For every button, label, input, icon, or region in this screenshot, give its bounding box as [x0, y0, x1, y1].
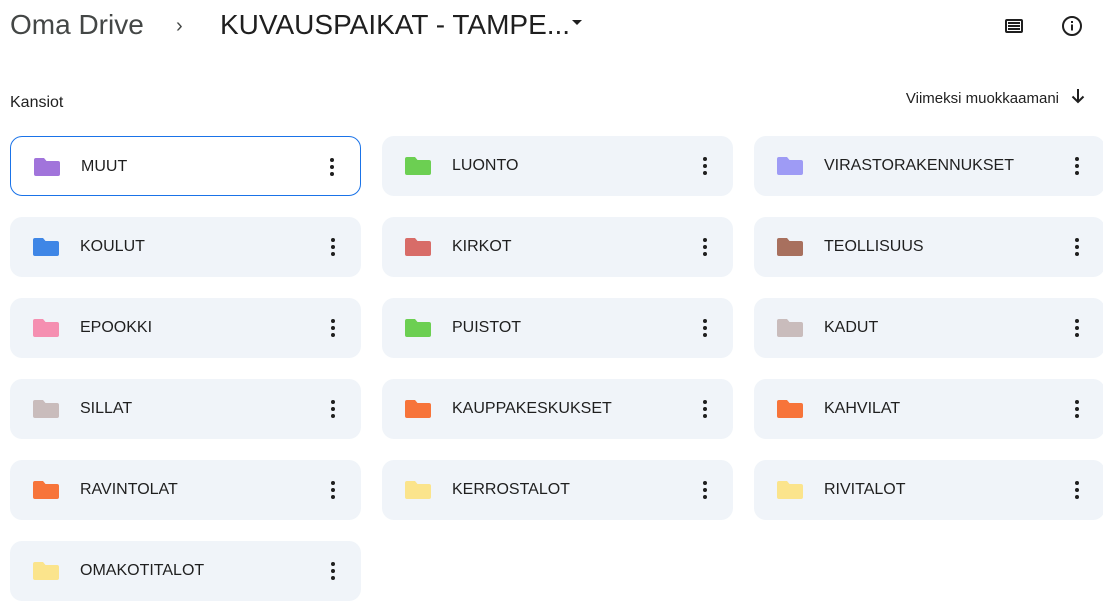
section-title: Kansiot: [10, 94, 64, 111]
breadcrumb-current-folder[interactable]: KUVAUSPAIKAT - TAMPE...: [220, 9, 570, 41]
folder-name: KIRKOT: [452, 238, 512, 255]
more-actions-icon[interactable]: [693, 235, 717, 259]
folder-tile[interactable]: PUISTOT: [382, 298, 733, 358]
folder-tile[interactable]: KOULUT: [10, 217, 361, 277]
folder-icon: [33, 481, 59, 499]
folder-tile[interactable]: KERROSTALOT: [382, 460, 733, 520]
more-actions-icon[interactable]: [321, 316, 345, 340]
folder-tile[interactable]: MUUT: [10, 136, 361, 196]
folder-icon: [33, 400, 59, 418]
folder-name: RIVITALOT: [824, 481, 906, 498]
folder-tile[interactable]: KAUPPAKESKUKSET: [382, 379, 733, 439]
folder-name: VIRASTORAKENNUKSET: [824, 157, 1014, 174]
more-actions-icon[interactable]: [1065, 478, 1089, 502]
folder-icon: [405, 481, 431, 499]
more-actions-icon[interactable]: [1065, 154, 1089, 178]
folder-tile[interactable]: TEOLLISUUS: [754, 217, 1103, 277]
more-actions-icon[interactable]: [321, 559, 345, 583]
more-actions-icon[interactable]: [1065, 235, 1089, 259]
more-actions-icon[interactable]: [321, 235, 345, 259]
folder-icon: [405, 319, 431, 337]
folder-menu-caret-icon[interactable]: [572, 20, 582, 25]
folder-grid: MUUT LUONTO VIRASTORAKENNUKSET KOULUT KI…: [10, 136, 1103, 601]
folder-name: SILLAT: [80, 400, 133, 417]
more-actions-icon[interactable]: [693, 154, 717, 178]
arrow-down-icon: [1071, 88, 1085, 109]
more-actions-icon[interactable]: [320, 155, 344, 179]
folder-tile[interactable]: KADUT: [754, 298, 1103, 358]
folder-tile[interactable]: KIRKOT: [382, 217, 733, 277]
more-actions-icon[interactable]: [693, 397, 717, 421]
folder-name: KERROSTALOT: [452, 481, 570, 498]
folder-name: OMAKOTITALOT: [80, 562, 205, 579]
folder-name: TEOLLISUUS: [824, 238, 924, 255]
folder-icon: [777, 481, 803, 499]
list-view-icon[interactable]: [1002, 14, 1026, 38]
more-actions-icon[interactable]: [1065, 316, 1089, 340]
folder-tile[interactable]: RIVITALOT: [754, 460, 1103, 520]
folder-icon: [777, 319, 803, 337]
more-actions-icon[interactable]: [693, 316, 717, 340]
folder-name: LUONTO: [452, 157, 519, 174]
sort-label: Viimeksi muokkaamani: [905, 90, 1059, 107]
folder-tile[interactable]: OMAKOTITALOT: [10, 541, 361, 601]
folder-tile[interactable]: LUONTO: [382, 136, 733, 196]
folder-name: KOULUT: [80, 238, 145, 255]
folder-icon: [405, 400, 431, 418]
folder-icon: [33, 319, 59, 337]
folder-name: KADUT: [824, 319, 879, 336]
folder-icon: [34, 158, 60, 176]
folder-icon: [33, 238, 59, 256]
folder-icon: [777, 157, 803, 175]
folder-icon: [33, 562, 59, 580]
folder-icon: [777, 400, 803, 418]
info-icon[interactable]: [1060, 14, 1084, 38]
more-actions-icon[interactable]: [693, 478, 717, 502]
folder-name: MUUT: [81, 158, 128, 175]
folder-icon: [405, 238, 431, 256]
folder-tile[interactable]: SILLAT: [10, 379, 361, 439]
folder-icon: [405, 157, 431, 175]
more-actions-icon[interactable]: [321, 397, 345, 421]
more-actions-icon[interactable]: [1065, 397, 1089, 421]
folder-name: EPOOKKI: [80, 319, 153, 336]
more-actions-icon[interactable]: [321, 478, 345, 502]
folder-icon: [777, 238, 803, 256]
folder-tile[interactable]: RAVINTOLAT: [10, 460, 361, 520]
folder-name: RAVINTOLAT: [80, 481, 178, 498]
breadcrumb-root[interactable]: Oma Drive: [10, 9, 144, 41]
sort-button[interactable]: Viimeksi muokkaamani: [906, 88, 1085, 109]
header: Oma Drive › KUVAUSPAIKAT - TAMPE...: [0, 0, 1103, 56]
folder-name: PUISTOT: [452, 319, 522, 336]
folder-name: KAHVILAT: [824, 400, 901, 417]
folder-tile[interactable]: KAHVILAT: [754, 379, 1103, 439]
breadcrumb-separator-icon: ›: [176, 15, 183, 37]
folder-tile[interactable]: VIRASTORAKENNUKSET: [754, 136, 1103, 196]
folder-tile[interactable]: EPOOKKI: [10, 298, 361, 358]
folder-name: KAUPPAKESKUKSET: [452, 400, 612, 417]
